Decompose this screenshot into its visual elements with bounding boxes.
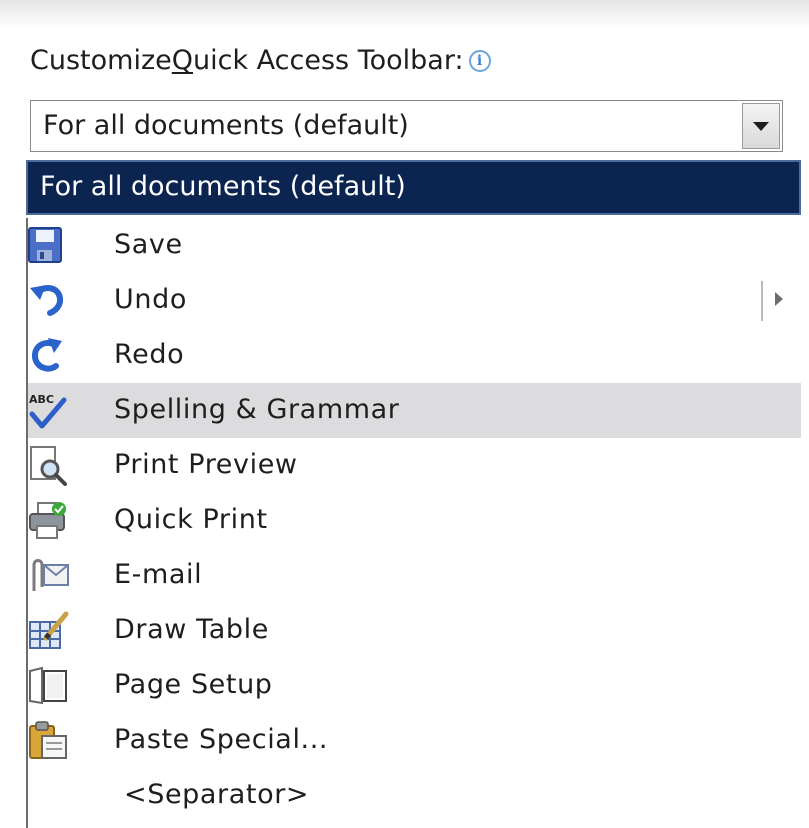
- list-item-separator[interactable]: <Separator>: [28, 768, 801, 823]
- print-preview-icon: [30, 446, 67, 486]
- list-item-label: Quick Print: [114, 504, 268, 535]
- dropdown-option-selected[interactable]: For all documents (default): [26, 160, 801, 215]
- combobox-value: For all documents (default): [43, 110, 409, 141]
- paste-special-icon: [29, 721, 67, 759]
- list-item-label: Paste Special...: [114, 724, 329, 755]
- email-icon: [32, 559, 69, 591]
- customize-toolbar-heading: Customize Quick Access Toolbar: i: [30, 44, 491, 78]
- chevron-down-icon: [753, 121, 769, 131]
- list-item-spelling-grammar[interactable]: ABC Spelling & Grammar: [28, 383, 801, 438]
- list-item-label: Draw Table: [114, 614, 269, 645]
- redo-icon: [31, 338, 62, 372]
- draw-table-icon: [29, 611, 69, 649]
- spelling-grammar-icon: ABC: [29, 393, 67, 429]
- top-band: [0, 0, 809, 30]
- quick-print-icon: [29, 502, 66, 539]
- save-icon: [28, 227, 62, 263]
- list-item-label: E-mail: [114, 559, 203, 590]
- list-item-quick-print[interactable]: Quick Print: [28, 493, 801, 548]
- svg-text:ABC: ABC: [29, 393, 54, 406]
- list-item-label: Page Setup: [114, 669, 273, 700]
- info-icon[interactable]: i: [468, 50, 491, 72]
- submenu-divider: [761, 281, 763, 321]
- list-item-label: Spelling & Grammar: [114, 394, 400, 425]
- list-item-label: Undo: [114, 284, 187, 315]
- dropdown-arrow-button[interactable]: [742, 103, 780, 149]
- undo-icon: [30, 285, 64, 316]
- list-item-redo[interactable]: Redo: [28, 328, 801, 383]
- heading-access-key: Q: [171, 45, 193, 76]
- commands-list[interactable]: Save Undo Redo ABC Spelling & Grammar Pr…: [26, 218, 809, 828]
- page-setup-icon: [29, 666, 67, 705]
- list-item-paste-special[interactable]: Paste Special...: [28, 713, 801, 768]
- list-item-print-preview[interactable]: Print Preview: [28, 438, 801, 493]
- heading-text-after: uick Access Toolbar:: [193, 45, 464, 76]
- list-item-undo[interactable]: Undo: [28, 273, 801, 328]
- undo-submenu-arrow[interactable]: [761, 279, 791, 321]
- list-item-label: Redo: [114, 339, 185, 370]
- document-scope-combobox[interactable]: For all documents (default): [30, 100, 783, 152]
- list-item-page-setup[interactable]: Page Setup: [28, 658, 801, 713]
- list-item-save[interactable]: Save: [28, 218, 801, 273]
- list-item-label: Save: [114, 229, 183, 260]
- chevron-right-icon: [775, 292, 783, 306]
- list-item-email[interactable]: E-mail: [28, 548, 801, 603]
- list-item-label: <Separator>: [124, 779, 310, 810]
- list-item-label: Print Preview: [114, 449, 298, 480]
- heading-text-before: Customize: [30, 45, 172, 76]
- list-item-draw-table[interactable]: Draw Table: [28, 603, 801, 658]
